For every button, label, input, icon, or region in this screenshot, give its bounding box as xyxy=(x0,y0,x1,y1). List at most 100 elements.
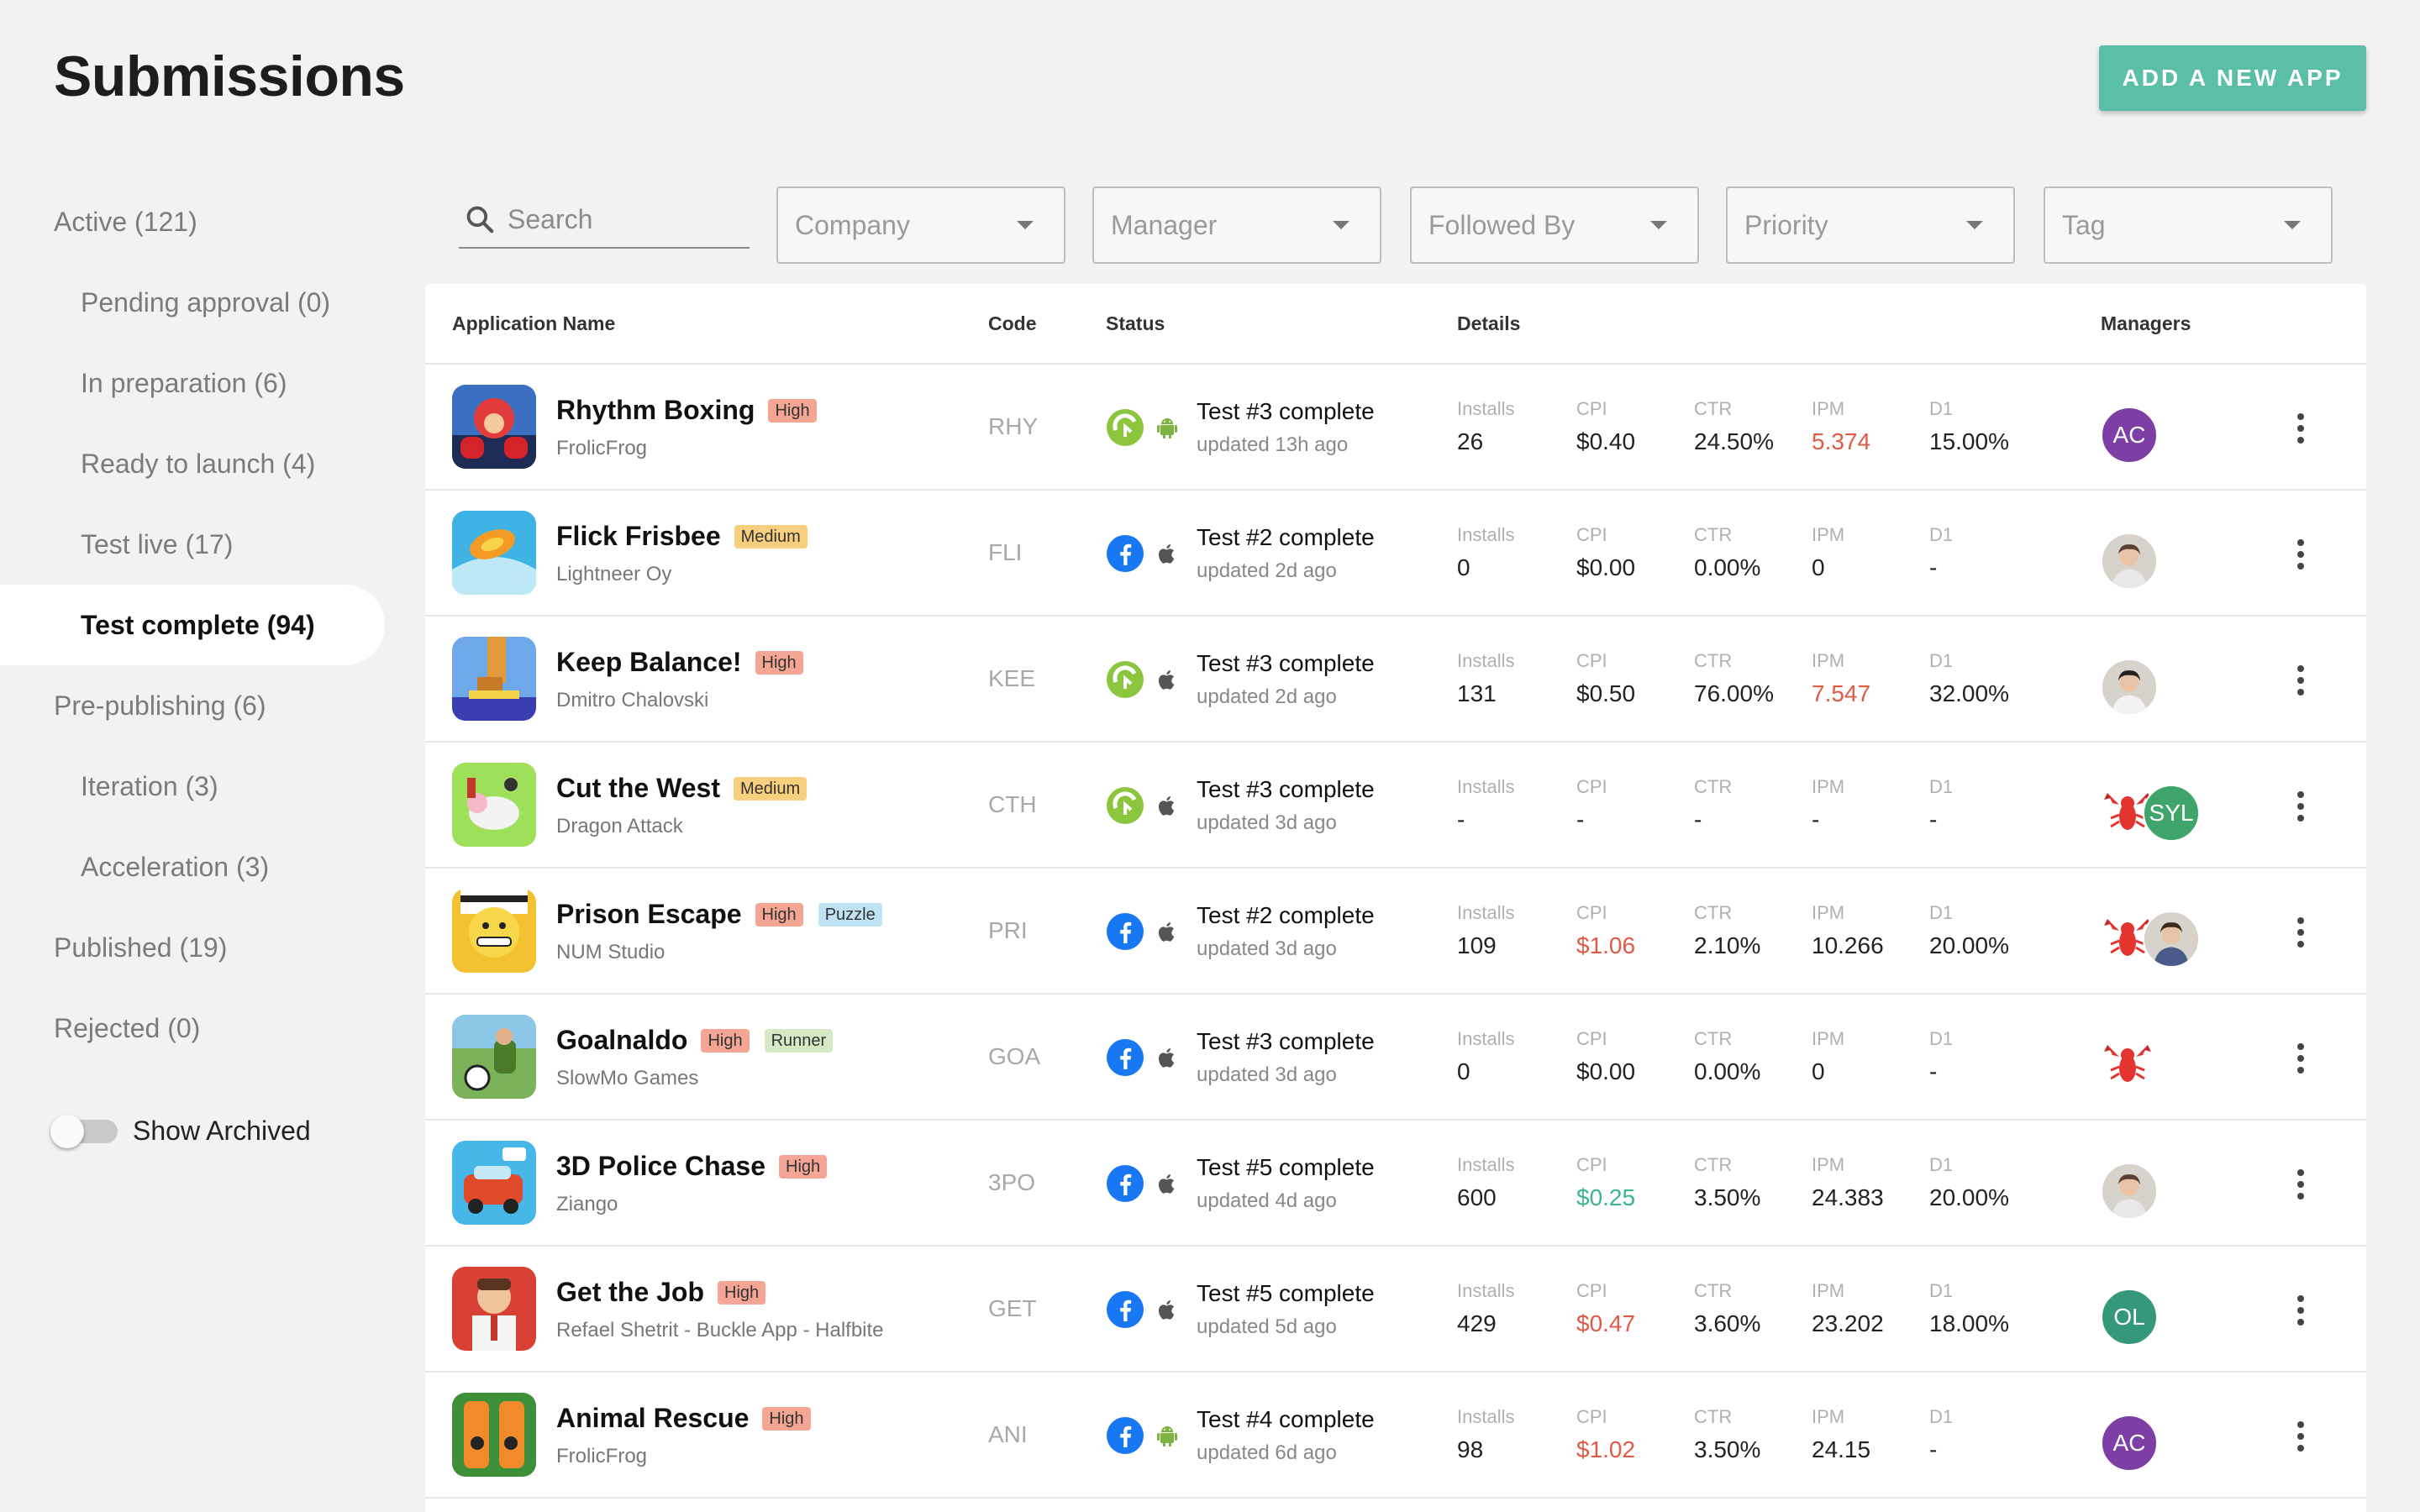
manager-avatar[interactable]: AC xyxy=(2101,1415,2158,1472)
app-title[interactable]: Rhythm Boxing xyxy=(556,395,755,426)
lime-icon xyxy=(1106,660,1144,699)
manager-avatar[interactable] xyxy=(2101,1163,2158,1220)
app-name: Goalnaldo High Runner xyxy=(556,1025,834,1056)
table-row[interactable]: Rhythm Boxing High FrolicFrog RHY Test #3 co… xyxy=(425,365,2366,491)
status-updated: updated 3d ago xyxy=(1197,1063,1337,1086)
table-row[interactable]: Flick Frisbee Medium Lightneer Oy FLI Test #… xyxy=(425,491,2366,617)
manager-avatar[interactable]: AC xyxy=(2101,407,2158,464)
table-row[interactable]: Get the Job High Refael Shetrit - Buckle A… xyxy=(425,1247,2366,1373)
app-code: FLI xyxy=(988,539,1023,565)
column-code[interactable]: Code xyxy=(988,312,1037,335)
sidebar-item-published[interactable]: Published (19) xyxy=(0,907,395,988)
apple-icon xyxy=(1155,667,1180,692)
column-application-name[interactable]: Application Name xyxy=(452,312,615,335)
category-badge: Runner xyxy=(764,1028,834,1053)
app-company: Lightneer Oy xyxy=(556,563,672,585)
metric-value: - xyxy=(1929,554,1938,580)
app-icon xyxy=(452,1141,536,1225)
manager-avatar[interactable] xyxy=(2101,659,2158,716)
sidebar-item-pre-publishing[interactable]: Pre-publishing (6) xyxy=(0,665,395,746)
manager-filter-label: Manager xyxy=(1111,209,1218,240)
column-details[interactable]: Details xyxy=(1457,312,1520,335)
more-options-icon[interactable] xyxy=(2284,790,2317,823)
metric-value: - xyxy=(1457,806,1465,832)
app-title[interactable]: Animal Rescue xyxy=(556,1403,749,1434)
metric-label: D1 xyxy=(1929,776,1954,797)
table-row[interactable]: Prison Escape High Puzzle NUM Studio PRI Test… xyxy=(425,869,2366,995)
more-options-icon[interactable] xyxy=(2284,538,2317,571)
sidebar-item-iteration[interactable]: Iteration (3) xyxy=(0,746,395,827)
more-options-icon[interactable] xyxy=(2284,1420,2317,1453)
sidebar-item-acceleration[interactable]: Acceleration (3) xyxy=(0,827,395,907)
sidebar-item-rejected[interactable]: Rejected (0) xyxy=(0,988,395,1068)
more-options-icon[interactable] xyxy=(2284,1168,2317,1201)
app-title[interactable]: Cut the West xyxy=(556,773,720,804)
app-company: FrolicFrog xyxy=(556,437,648,459)
show-archived-toggle[interactable]: Show Archived xyxy=(50,1114,311,1148)
sidebar-item-ready-to-launch[interactable]: Ready to launch (4) xyxy=(0,423,395,504)
search-field xyxy=(459,192,750,249)
facebook-icon xyxy=(1106,1164,1144,1203)
company-filter[interactable]: Company xyxy=(776,186,1065,264)
table-row[interactable]: Animal Rescue High FrolicFrog ANI Test #4 co… xyxy=(425,1373,2366,1499)
manager-avatar[interactable]: OL xyxy=(2101,1289,2158,1346)
column-status[interactable]: Status xyxy=(1106,312,1165,335)
more-options-icon[interactable] xyxy=(2284,916,2317,949)
app-icon xyxy=(452,511,536,595)
metric-ipm: IPM 23.202 xyxy=(1812,1280,1884,1337)
table-row[interactable]: Keep Balance! High Dmitro Chalovski KEE Test… xyxy=(425,617,2366,743)
lobster-avatar-icon[interactable] xyxy=(2101,1037,2154,1090)
metric-label: D1 xyxy=(1929,1028,1954,1049)
metric-value: $1.02 xyxy=(1576,1436,1636,1462)
app-title[interactable]: Keep Balance! xyxy=(556,647,742,678)
app-title[interactable]: Get the Job xyxy=(556,1277,704,1308)
priority-badge: High xyxy=(755,650,803,675)
table-row[interactable]: Cut the West Medium Dragon Attack CTH Test #… xyxy=(425,743,2366,869)
add-new-app-button[interactable]: ADD A NEW APP xyxy=(2099,45,2366,111)
followed-by-filter[interactable]: Followed By xyxy=(1410,186,1699,264)
app-title[interactable]: 3D Police Chase xyxy=(556,1151,765,1182)
status-text: Test #3 complete xyxy=(1197,776,1375,802)
sidebar-item-pending-approval[interactable]: Pending approval (0) xyxy=(0,262,395,343)
metric-value: 0 xyxy=(1812,554,1825,580)
priority-filter[interactable]: Priority xyxy=(1726,186,2015,264)
metric-label: CPI xyxy=(1576,524,1607,545)
metric-value: 18.00% xyxy=(1929,1310,2009,1336)
metric-label: CTR xyxy=(1694,398,1733,419)
priority-badge: High xyxy=(779,1154,828,1179)
table-row[interactable]: 3D Police Chase High Ziango 3PO Test #5 comp… xyxy=(425,1121,2366,1247)
search-input[interactable] xyxy=(508,203,734,235)
metric-d1: D1 - xyxy=(1929,776,1953,833)
manager-filter[interactable]: Manager xyxy=(1092,186,1381,264)
submissions-table: Application Name Code Status Details Man… xyxy=(425,284,2366,1512)
manager-avatar[interactable] xyxy=(2143,911,2200,968)
app-title[interactable]: Flick Frisbee xyxy=(556,521,721,552)
manager-avatar[interactable]: SYL xyxy=(2143,785,2200,842)
metric-label: IPM xyxy=(1812,776,1845,797)
sidebar-item-active[interactable]: Active (121) xyxy=(0,181,395,262)
more-options-icon[interactable] xyxy=(2284,664,2317,697)
sidebar-item-test-live[interactable]: Test live (17) xyxy=(0,504,395,585)
metric-label: CPI xyxy=(1576,1028,1607,1049)
app-title[interactable]: Goalnaldo xyxy=(556,1025,687,1056)
manager-avatar[interactable] xyxy=(2101,533,2158,590)
sidebar-item-in-preparation[interactable]: In preparation (6) xyxy=(0,343,395,423)
toggle-switch[interactable] xyxy=(50,1114,118,1148)
column-managers[interactable]: Managers xyxy=(2101,312,2191,335)
more-options-icon[interactable] xyxy=(2284,1294,2317,1327)
table-row[interactable]: Goalnaldo High Runner SlowMo Games GOA Test #… xyxy=(425,995,2366,1121)
sidebar-item-test-complete[interactable]: Test complete (94) xyxy=(0,585,385,665)
app-company: Ziango xyxy=(556,1193,618,1215)
more-options-icon[interactable] xyxy=(2284,412,2317,445)
metric-ctr: CTR 0.00% xyxy=(1694,524,1760,581)
metric-label: IPM xyxy=(1812,1154,1845,1175)
tag-filter[interactable]: Tag xyxy=(2044,186,2333,264)
metric-installs: Installs - xyxy=(1457,776,1514,833)
chevron-down-icon xyxy=(1966,221,1983,229)
metric-ctr: CTR - xyxy=(1694,776,1732,833)
more-options-icon[interactable] xyxy=(2284,1042,2317,1075)
chevron-down-icon xyxy=(1650,221,1667,229)
metric-ctr: CTR 3.50% xyxy=(1694,1154,1760,1211)
app-title[interactable]: Prison Escape xyxy=(556,899,742,930)
app-company: SlowMo Games xyxy=(556,1067,699,1089)
